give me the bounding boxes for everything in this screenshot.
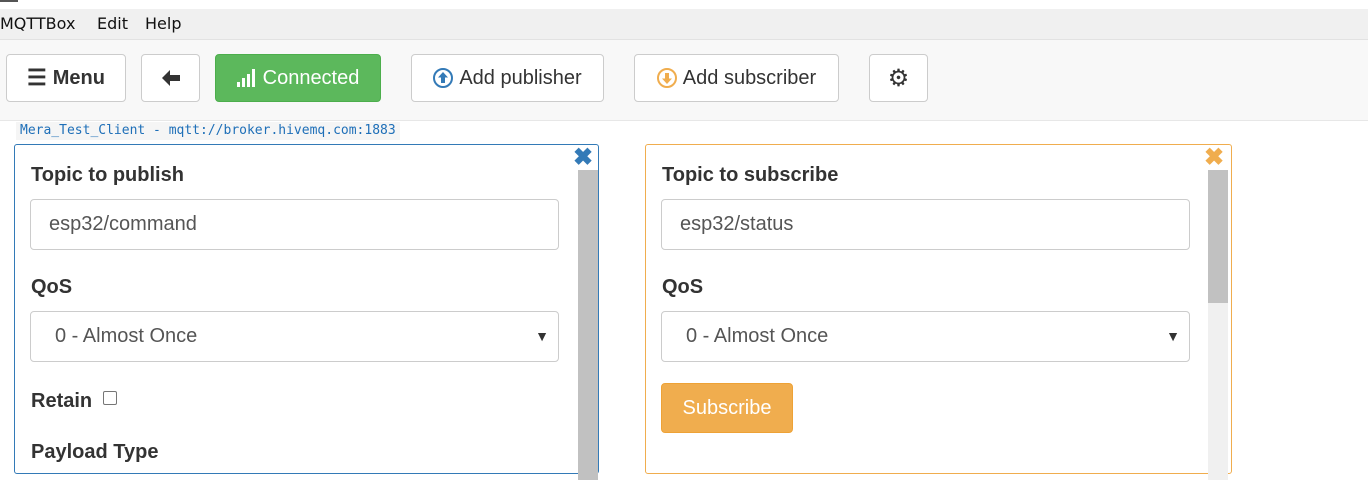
menu-edit[interactable]: Edit: [97, 14, 128, 33]
window-edge-mark: [0, 0, 18, 2]
subscribe-qos-label: QoS: [662, 276, 704, 298]
publisher-scrollbar[interactable]: [578, 170, 598, 480]
subscribe-button[interactable]: Subscribe: [661, 383, 793, 433]
add-publisher-label: Add publisher: [459, 66, 582, 89]
hamburger-icon: ☰: [27, 65, 47, 90]
menu-mqttbox[interactable]: MQTTBox: [0, 14, 75, 33]
close-icon[interactable]: ✖: [1204, 146, 1224, 170]
publisher-scroll-thumb[interactable]: [578, 170, 598, 480]
subscriber-scroll-thumb[interactable]: [1208, 170, 1228, 303]
connected-button[interactable]: Connected: [215, 54, 381, 102]
subscriber-scrollbar[interactable]: [1208, 170, 1228, 480]
retain-label: Retain: [31, 390, 93, 412]
subscribe-qos-value: 0 - Almost Once: [686, 325, 829, 347]
add-subscriber-button[interactable]: Add subscriber: [634, 54, 839, 102]
add-publisher-button[interactable]: Add publisher: [411, 54, 604, 102]
publish-topic-label: Topic to publish: [31, 164, 184, 186]
settings-button[interactable]: ⚙: [869, 54, 928, 102]
signal-icon: [236, 69, 255, 87]
publish-topic-input[interactable]: esp32/command: [30, 199, 559, 250]
menu-help[interactable]: Help: [145, 14, 181, 33]
back-button[interactable]: [141, 54, 200, 102]
caret-down-icon: ▼: [1166, 328, 1180, 344]
arrow-left-icon: [161, 70, 180, 86]
payload-type-label: Payload Type: [31, 441, 159, 463]
window-top-strip: [0, 0, 1368, 9]
publish-qos-label: QoS: [31, 276, 73, 298]
gear-icon: ⚙: [887, 64, 910, 92]
caret-down-icon: ▼: [535, 328, 549, 344]
connected-label: Connected: [262, 66, 360, 89]
menu-button[interactable]: ☰ Menu: [6, 54, 126, 102]
subscribe-topic-input[interactable]: esp32/status: [661, 199, 1190, 250]
menu-button-label: Menu: [52, 66, 105, 89]
menu-bar: MQTTBox Edit Help: [0, 9, 1368, 40]
circle-arrow-down-icon: [656, 68, 677, 88]
retain-checkbox[interactable]: [103, 391, 117, 405]
publisher-panel: ✖ Topic to publish esp32/command QoS 0 -…: [14, 144, 599, 480]
close-icon[interactable]: ✖: [573, 146, 593, 170]
subscribe-topic-label: Topic to subscribe: [662, 164, 839, 186]
circle-arrow-up-icon: [433, 68, 454, 88]
subscriber-panel: ✖ Topic to subscribe esp32/status QoS 0 …: [645, 144, 1232, 480]
subscribe-qos-select[interactable]: 0 - Almost Once ▼: [661, 311, 1190, 362]
add-subscriber-label: Add subscriber: [682, 66, 817, 89]
connection-label: Mera_Test_Client - mqtt://broker.hivemq.…: [16, 122, 400, 140]
publish-qos-select[interactable]: 0 - Almost Once ▼: [30, 311, 559, 362]
publish-qos-value: 0 - Almost Once: [55, 325, 198, 347]
toolbar: ☰ Menu Connected Add publisher Add subsc…: [0, 40, 1368, 121]
